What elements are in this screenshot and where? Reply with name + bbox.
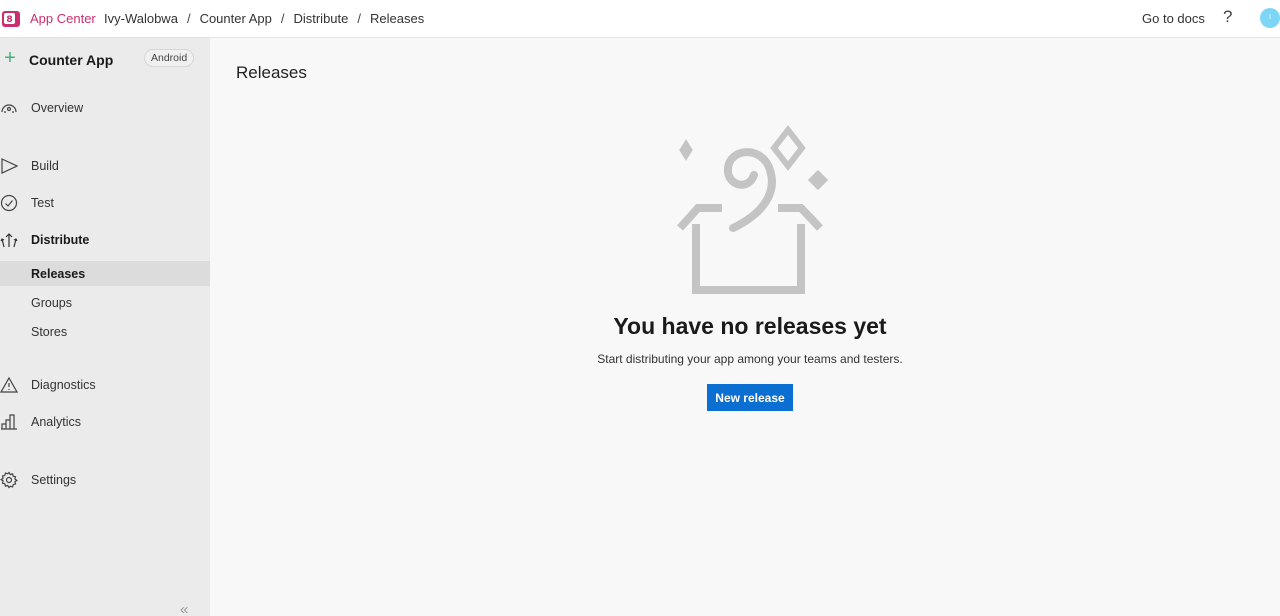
play-icon [1,158,18,174]
breadcrumb-current: Releases [370,11,425,26]
avatar[interactable]: I [1260,8,1280,28]
sidebar-item-overview[interactable]: Overview [0,95,210,121]
page-title: Releases [236,63,307,82]
sidebar: + Counter App Android Overview Build Tes… [0,38,210,616]
sidebar-item-analytics[interactable]: Analytics [0,409,210,435]
breadcrumb-section[interactable]: Distribute [293,11,348,26]
distribute-icon [0,233,18,248]
open-box-illustration-icon [674,125,829,294]
sidebar-subitem-groups[interactable]: Groups [0,290,210,315]
svg-text:8: 8 [6,15,12,25]
app-header: + Counter App Android [0,48,210,72]
go-to-docs-link[interactable]: Go to docs [1142,11,1205,26]
check-circle-icon [0,194,18,212]
app-name[interactable]: Counter App [29,52,113,68]
top-bar: 8 App Center Ivy-Walobwa / Counter App /… [0,0,1280,38]
gear-icon [0,471,18,489]
sidebar-item-build[interactable]: Build [0,153,210,179]
sidebar-item-label: Diagnostics [31,378,96,392]
sidebar-subitem-releases[interactable]: Releases [0,261,210,286]
breadcrumb-owner[interactable]: Ivy-Walobwa [104,11,178,26]
add-app-icon[interactable]: + [1,48,19,68]
breadcrumb-separator: / [357,11,362,26]
app-center-logo-icon[interactable]: 8 [2,8,22,28]
sidebar-item-diagnostics[interactable]: Diagnostics [0,372,210,398]
bar-chart-icon [1,414,17,430]
sidebar-subitem-label: Stores [31,325,68,339]
sidebar-subitem-stores[interactable]: Stores [0,319,210,344]
platform-badge: Android [144,49,195,67]
sidebar-item-label: Settings [31,473,77,487]
new-release-button[interactable]: New release [707,384,793,411]
sidebar-item-settings[interactable]: Settings [0,467,210,493]
breadcrumb-separator: / [280,11,285,26]
sidebar-item-label: Distribute [31,233,90,247]
sidebar-subitem-label: Releases [31,267,86,281]
breadcrumb: Ivy-Walobwa / Counter App / Distribute /… [104,11,424,26]
brand-link[interactable]: App Center [30,11,96,26]
breadcrumb-separator: / [186,11,191,26]
help-icon[interactable]: ? [1223,7,1232,27]
sidebar-item-test[interactable]: Test [0,190,210,216]
sidebar-item-label: Test [31,196,54,210]
sidebar-item-label: Build [31,159,59,173]
sidebar-subitem-label: Groups [31,296,72,310]
warning-icon [0,376,18,393]
empty-state-title: You have no releases yet [613,313,887,339]
dashboard-icon [1,104,17,113]
sidebar-item-distribute[interactable]: Distribute [0,227,210,253]
collapse-sidebar-icon[interactable]: « [180,601,189,616]
empty-state-subtitle: Start distributing your app among your t… [597,352,903,366]
breadcrumb-app[interactable]: Counter App [200,11,272,26]
sidebar-item-label: Overview [31,101,84,115]
sidebar-item-label: Analytics [31,415,82,429]
